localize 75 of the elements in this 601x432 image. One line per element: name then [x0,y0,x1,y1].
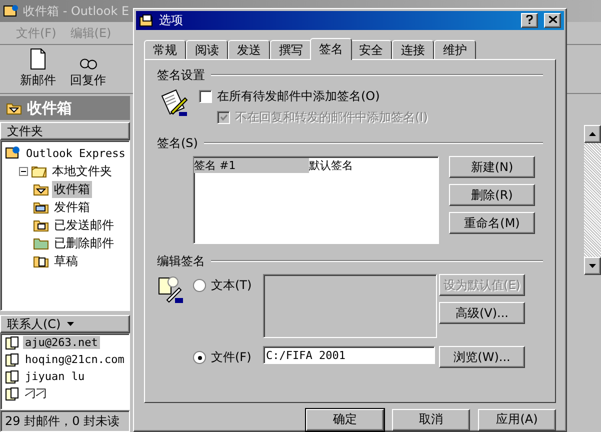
mail-folder-icon [33,254,49,268]
contacts-title[interactable]: 联系人(C) [0,315,130,333]
status-bar: 29 封邮件，0 封未读 [0,410,130,432]
contact-name[interactable]: aju@263.net [23,336,100,349]
radio-option[interactable]: 文件(F) [193,346,263,366]
scroll-down-button[interactable] [584,257,601,275]
close-button[interactable] [544,13,561,28]
reply-button[interactable]: 回复作 [70,58,106,89]
people-icon [80,58,96,70]
new-mail-button[interactable]: 新邮件 [20,48,56,89]
check-mark-icon [220,114,228,122]
checkbox-option[interactable]: 在所有待发邮件中添加签名(O) [199,88,428,106]
tab[interactable]: 撰写 [270,40,312,60]
outlook-express-icon [5,146,21,160]
close-icon [548,16,556,24]
signature-button[interactable]: 新建(N) [449,156,535,178]
contact-card-icon [5,352,20,366]
help-button[interactable] [521,13,538,28]
signature-name[interactable]: 签名 #1 [194,158,309,173]
inbox-icon [6,101,22,115]
tab[interactable]: 安全 [350,40,392,60]
tab[interactable]: 维护 [434,40,476,60]
tab[interactable]: 常规 [144,40,186,60]
folder-icon [31,164,47,178]
dialog-title: 选项 [159,12,184,30]
tab[interactable]: 发送 [228,40,270,60]
window-title: 收件箱 - Outlook E [23,2,130,20]
folder-label[interactable]: 本地文件夹 [50,162,114,180]
mail-folder-icon [33,200,49,214]
contact-card-icon [5,386,20,400]
folder-label[interactable]: 发件箱 [52,198,92,216]
pen-paper-icon [159,88,189,118]
file-path-field[interactable]: C:/FIFA 2001 [263,346,435,364]
section-title: 签名(S) [157,134,198,152]
folder-label[interactable]: Outlook Express [24,146,128,160]
help-icon [526,14,533,24]
contact-name[interactable]: jiyuan lu [23,370,87,383]
up-arrow-icon [589,132,596,136]
options-icon [139,14,155,28]
collapse-icon[interactable] [19,166,28,176]
section-title: 编辑签名 [157,252,205,270]
section-title: 签名设置 [157,66,205,84]
radio-option[interactable]: 文本(T) [193,274,263,294]
document-icon [28,48,48,70]
signature-button[interactable]: 删除(R) [449,184,535,206]
scroll-up-button[interactable] [584,125,601,143]
folder-header: 收件箱 [0,96,130,120]
signature-text-box[interactable] [263,274,437,338]
document-pen-icon [157,274,185,304]
tab[interactable]: 阅读 [186,40,228,60]
contact-name[interactable]: hoqing@21cn.com [23,353,126,366]
dialog-button[interactable]: 取消 [392,408,470,431]
folder-label[interactable]: 已发送邮件 [52,216,116,234]
tab[interactable]: 签名 [310,38,352,60]
signature-button[interactable]: 重命名(M) [449,212,535,234]
down-arrow-icon [589,264,596,268]
dropdown-arrow-icon [66,322,74,326]
dialog-button[interactable]: 确定 [306,408,384,431]
contact-card-icon [5,370,20,384]
pane-title: 文件夹 [0,122,130,140]
contact-card-icon [5,336,20,350]
browse-button[interactable]: 浏览(W)... [439,346,525,368]
folder-label[interactable]: 草稿 [52,252,80,270]
contact-name[interactable]: 刁刁 [23,386,49,401]
scroll-bar[interactable] [584,125,601,275]
mail-folder-icon [33,236,49,250]
signature-note: 默认签名 [309,158,354,173]
dialog-button[interactable]: 应用(A) [478,408,556,431]
edit-button[interactable]: 高级(V)... [439,302,525,324]
folder-label[interactable]: 收件箱 [52,180,92,198]
tab[interactable]: 连接 [392,40,434,60]
mail-folder-icon [33,218,49,232]
folder-label[interactable]: 已删除邮件 [52,234,116,252]
mail-folder-icon [33,182,49,196]
app-icon [3,4,19,18]
